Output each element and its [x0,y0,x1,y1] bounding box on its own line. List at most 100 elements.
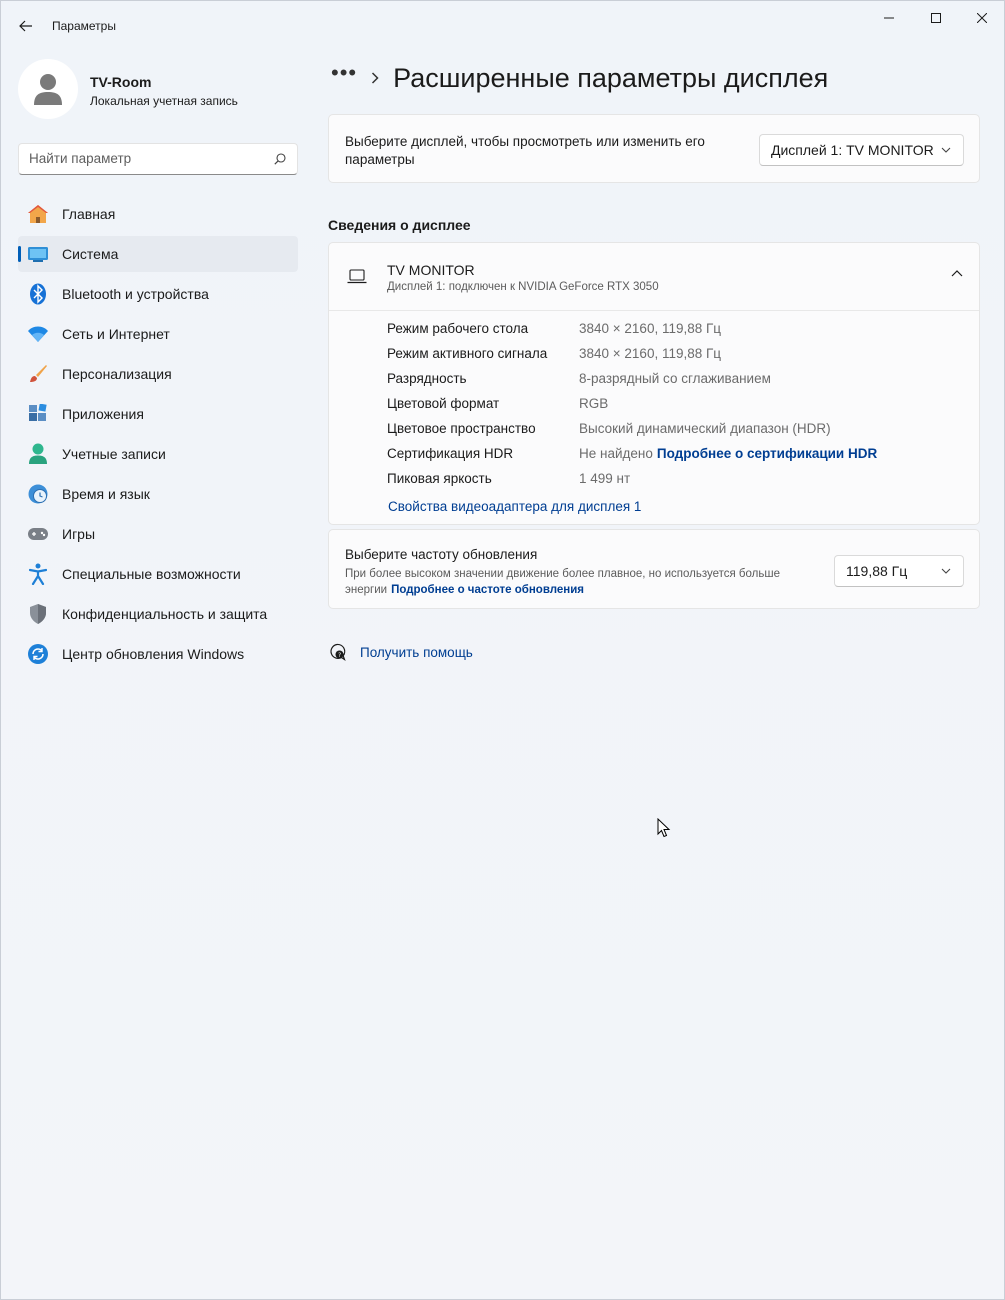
info-value: Не найдено [579,446,653,461]
display-info-rows: Режим рабочего стола 3840 × 2160, 119,88… [387,321,877,496]
info-row: Цветовой формат RGB [387,396,877,421]
sidebar-item-privacy[interactable]: Конфиденциальность и защита [18,596,298,632]
info-value: 3840 × 2160, 119,88 Гц [579,321,722,336]
search-icon [274,153,286,165]
update-icon [27,643,49,665]
info-value: 1 499 нт [579,471,631,486]
refresh-rate-title: Выберите частоту обновления [345,547,538,562]
adapter-properties-link[interactable]: Свойства видеоадаптера для дисплея 1 [388,499,641,514]
info-value: RGB [579,396,609,411]
info-key: Разрядность [387,371,467,386]
sidebar-item-label: Система [62,246,119,262]
info-value: 8-разрядный со сглаживанием [579,371,771,386]
close-button[interactable] [959,1,1005,35]
get-help-label: Получить помощь [360,644,473,660]
sidebar-item-label: Главная [62,206,116,222]
info-key: Цветовой формат [387,396,500,411]
maximize-icon [931,13,941,23]
get-help-link[interactable]: ? Получить помощь [328,643,473,661]
info-row: Сертификация HDR Не найдено Подробнее о … [387,446,877,471]
sidebar-item-label: Время и язык [62,486,150,502]
info-value: 3840 × 2160, 119,88 Гц [579,346,722,361]
mouse-cursor-icon [657,818,671,838]
sidebar-item-label: Игры [62,526,96,542]
profile-name: TV-Room [90,74,152,90]
info-key: Пиковая яркость [387,471,492,486]
sidebar-item-system[interactable]: Система [18,236,298,272]
hdr-certification-link[interactable]: Подробнее о сертификации HDR [657,446,877,471]
display-select-label: Выберите дисплей, чтобы просмотреть или … [345,134,705,167]
home-icon [27,203,49,225]
sidebar-item-time-language[interactable]: Время и язык [18,476,298,512]
info-key: Цветовое пространство [387,421,536,436]
clock-globe-icon [27,483,49,505]
title-bar: Параметры [1,1,1004,51]
display-dropdown-value: Дисплей 1: TV MONITOR [771,142,934,158]
chevron-up-icon[interactable] [951,269,963,279]
sidebar-item-label: Учетные записи [62,446,166,462]
sidebar-item-gaming[interactable]: Игры [18,516,298,552]
info-key: Режим рабочего стола [387,321,529,336]
app-title: Параметры [52,19,116,33]
info-value: Высокий динамический диапазон (HDR) [579,421,831,436]
chevron-down-icon [941,568,951,574]
sidebar-item-accounts[interactable]: Учетные записи [18,436,298,472]
svg-text:?: ? [338,652,341,659]
brush-icon [27,363,49,385]
sidebar-item-home[interactable]: Главная [18,196,298,232]
info-key: Сертификация HDR [387,446,514,461]
sidebar-item-accessibility[interactable]: Специальные возможности [18,556,298,592]
refresh-rate-dropdown[interactable]: 119,88 Гц [834,555,964,587]
display-info-header[interactable]: TV MONITOR Дисплей 1: подключен к NVIDIA… [329,243,979,311]
shield-icon [27,603,49,625]
maximize-button[interactable] [913,1,959,35]
search-box[interactable] [18,143,298,175]
sidebar-item-label: Приложения [62,406,144,422]
close-icon [977,13,987,23]
bluetooth-icon [27,283,49,305]
sidebar-item-network[interactable]: Сеть и Интернет [18,316,298,352]
profile-account-type: Локальная учетная запись [90,94,238,108]
breadcrumb-more-button[interactable]: ••• [331,62,357,88]
page-title: Расширенные параметры дисплея [393,62,829,93]
chevron-down-icon [941,147,951,153]
laptop-icon [347,269,367,284]
sidebar-item-label: Конфиденциальность и защита [62,606,268,622]
breadcrumb: ••• Расширенные параметры дисплея [331,61,828,95]
sidebar-item-label: Сеть и Интернет [62,326,170,342]
back-button[interactable] [11,11,41,41]
refresh-rate-description: При более высоком значении движение боле… [345,566,820,598]
info-key: Режим активного сигнала [387,346,548,361]
person-avatar-icon [34,74,62,105]
refresh-rate-dropdown-value: 119,88 Гц [846,563,908,579]
refresh-rate-card: Выберите частоту обновления При более вы… [328,529,980,609]
monitor-connection: Дисплей 1: подключен к NVIDIA GeForce RT… [387,281,659,293]
info-row: Разрядность 8-разрядный со сглаживанием [387,371,877,396]
refresh-rate-link[interactable]: Подробнее о частоте обновления [391,584,584,596]
sidebar-item-bluetooth[interactable]: Bluetooth и устройства [18,276,298,312]
sidebar-item-apps[interactable]: Приложения [18,396,298,432]
info-row: Цветовое пространство Высокий динамическ… [387,421,877,446]
chevron-right-icon [371,72,379,84]
sidebar-item-label: Персонализация [62,366,172,382]
gamepad-icon [27,523,49,545]
monitor-name: TV MONITOR [387,262,475,278]
display-info-card: TV MONITOR Дисплей 1: подключен к NVIDIA… [328,242,980,525]
sidebar-item-windows-update[interactable]: Центр обновления Windows [18,636,298,672]
display-dropdown[interactable]: Дисплей 1: TV MONITOR [759,134,964,166]
apps-icon [27,403,49,425]
settings-window: Параметры TV-Room Локальная учетная запи… [0,0,1005,1300]
section-title: Сведения о дисплее [328,217,471,233]
user-profile[interactable]: TV-Room Локальная учетная запись [18,59,298,119]
sidebar-item-label: Специальные возможности [62,566,241,582]
person-icon [27,443,49,465]
system-icon [27,243,49,265]
info-row: Режим рабочего стола 3840 × 2160, 119,88… [387,321,877,346]
search-input[interactable] [29,151,259,166]
minimize-icon [884,17,894,19]
minimize-button[interactable] [866,1,912,35]
info-row: Режим активного сигнала 3840 × 2160, 119… [387,346,877,371]
avatar [18,59,78,119]
sidebar-nav: Главная Система Bluetooth и устройства С… [18,196,298,676]
sidebar-item-personalization[interactable]: Персонализация [18,356,298,392]
